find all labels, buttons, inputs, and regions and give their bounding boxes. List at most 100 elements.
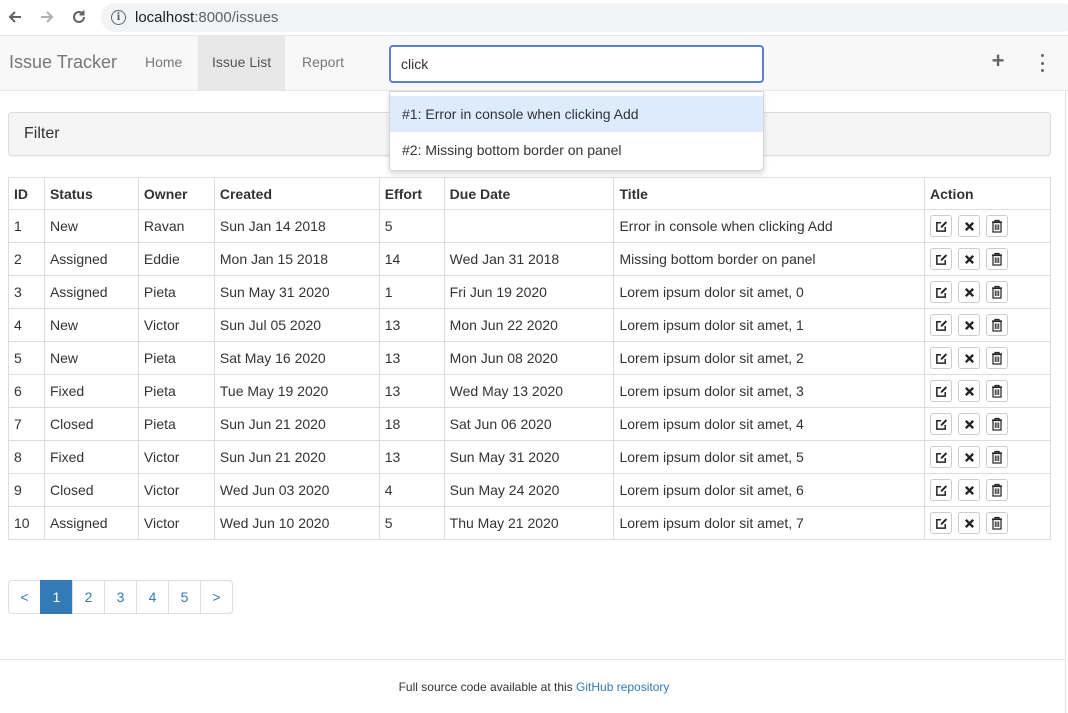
table-row[interactable]: 9 Closed Victor Wed Jun 03 2020 4 Sun May 24 … [8,473,1051,507]
cell-created: Sun Jul 05 2020 [213,308,380,342]
close-button[interactable] [958,347,980,369]
edit-icon [935,319,948,332]
header-title[interactable]: Title [613,177,925,210]
edit-button[interactable] [930,512,952,534]
trash-button[interactable] [986,413,1008,435]
filter-title: Filter [24,125,60,142]
trash-button[interactable] [986,446,1008,468]
close-button[interactable] [958,380,980,402]
close-button[interactable] [958,446,980,468]
cell-action [924,275,1051,309]
table-row[interactable]: 4 New Victor Sun Jul 05 2020 13 Mon Jun 22 20… [8,308,1051,342]
cell-owner: Pieta [137,407,215,441]
app-navbar: Issue Tracker Home Issue List Report cli… [0,35,1068,91]
close-button[interactable] [958,413,980,435]
suggestion-item[interactable]: #2: Missing bottom border on panel [390,132,763,168]
header-status[interactable]: Status [43,177,139,210]
forward-arrow-icon[interactable] [36,6,58,28]
table-row[interactable]: 10 Assigned Victor Wed Jun 10 2020 5 Thu May … [8,506,1051,540]
page-prev-button[interactable]: < [8,580,41,614]
trash-button[interactable] [986,380,1008,402]
cell-status: Closed [43,407,139,441]
edit-button[interactable] [930,314,952,336]
page-button-5[interactable]: 5 [168,580,201,614]
trash-button[interactable] [986,215,1008,237]
cell-action [924,440,1051,474]
issue-search-input[interactable]: click [389,45,764,83]
info-icon[interactable]: i [111,10,126,25]
plus-icon[interactable]: + [988,50,1008,72]
header-created[interactable]: Created [213,177,380,210]
cell-owner: Pieta [137,341,215,375]
close-icon [964,353,975,364]
trash-button[interactable] [986,248,1008,270]
browser-toolbar: i localhost:8000/issues [0,0,1068,35]
edit-button[interactable] [930,413,952,435]
close-button[interactable] [958,314,980,336]
page-button-4[interactable]: 4 [136,580,169,614]
cell-created: Sat May 16 2020 [213,341,380,375]
table-row[interactable]: 8 Fixed Victor Sun Jun 21 2020 13 Sun May 31 … [8,440,1051,474]
trash-button[interactable] [986,512,1008,534]
table-row[interactable]: 7 Closed Pieta Sun Jun 21 2020 18 Sat Jun 06 … [8,407,1051,441]
trash-button[interactable] [986,479,1008,501]
page-button-1[interactable]: 1 [40,580,73,614]
cell-effort: 13 [378,374,445,408]
page-button-2[interactable]: 2 [72,580,105,614]
table-row[interactable]: 2 Assigned Eddie Mon Jan 15 2018 14 Wed Jan 3… [8,242,1051,276]
page-button-3[interactable]: 3 [104,580,137,614]
edit-button[interactable] [930,248,952,270]
cell-created: Wed Jun 03 2020 [213,473,380,507]
cell-id: 10 [8,506,45,540]
trash-button[interactable] [986,347,1008,369]
header-owner[interactable]: Owner [137,177,215,210]
edit-button[interactable] [930,380,952,402]
cell-due-date: Sun May 31 2020 [443,440,615,474]
app-brand[interactable]: Issue Tracker [9,52,117,73]
header-effort[interactable]: Effort [378,177,445,210]
table-row[interactable]: 1 New Ravan Sun Jan 14 2018 5 Error in consol… [8,209,1051,243]
close-icon [964,452,975,463]
edit-button[interactable] [930,479,952,501]
table-row[interactable]: 5 New Pieta Sat May 16 2020 13 Mon Jun 08 202… [8,341,1051,375]
kebab-menu-icon[interactable] [1036,54,1048,72]
header-due-date[interactable]: Due Date [443,177,615,210]
nav-link-report[interactable]: Report [288,36,358,90]
close-button[interactable] [958,512,980,534]
cell-created: Tue May 19 2020 [213,374,380,408]
edit-button[interactable] [930,347,952,369]
page-next-button[interactable]: > [200,580,233,614]
edit-button[interactable] [930,446,952,468]
trash-button[interactable] [986,281,1008,303]
edit-button[interactable] [930,215,952,237]
cell-effort: 5 [378,209,445,243]
close-button[interactable] [958,248,980,270]
cell-owner: Eddie [137,242,215,276]
github-link[interactable]: GitHub repository [576,680,669,694]
cell-due-date: Sat Jun 06 2020 [443,407,615,441]
cell-action [924,506,1051,540]
back-arrow-icon[interactable] [4,6,26,28]
cell-id: 6 [8,374,45,408]
suggestion-item[interactable]: #1: Error in console when clicking Add [390,96,763,132]
cell-created: Wed Jun 10 2020 [213,506,380,540]
table-row[interactable]: 3 Assigned Pieta Sun May 31 2020 1 Fri Jun 19… [8,275,1051,309]
cell-action [924,242,1051,276]
close-button[interactable] [958,281,980,303]
reload-icon[interactable] [68,6,90,28]
cell-id: 8 [8,440,45,474]
edit-icon [935,253,948,266]
nav-link-home[interactable]: Home [131,36,196,90]
close-button[interactable] [958,479,980,501]
cell-effort: 1 [378,275,445,309]
address-bar[interactable]: i localhost:8000/issues [101,3,1068,32]
trash-button[interactable] [986,314,1008,336]
cell-title: Error in console when clicking Add [613,209,925,243]
header-id[interactable]: ID [8,177,45,210]
cell-title: Lorem ipsum dolor sit amet, 7 [613,506,925,540]
close-button[interactable] [958,215,980,237]
table-row[interactable]: 6 Fixed Pieta Tue May 19 2020 13 Wed May 13 2… [8,374,1051,408]
edit-icon [935,517,948,530]
edit-button[interactable] [930,281,952,303]
nav-link-issue-list[interactable]: Issue List [198,36,286,90]
